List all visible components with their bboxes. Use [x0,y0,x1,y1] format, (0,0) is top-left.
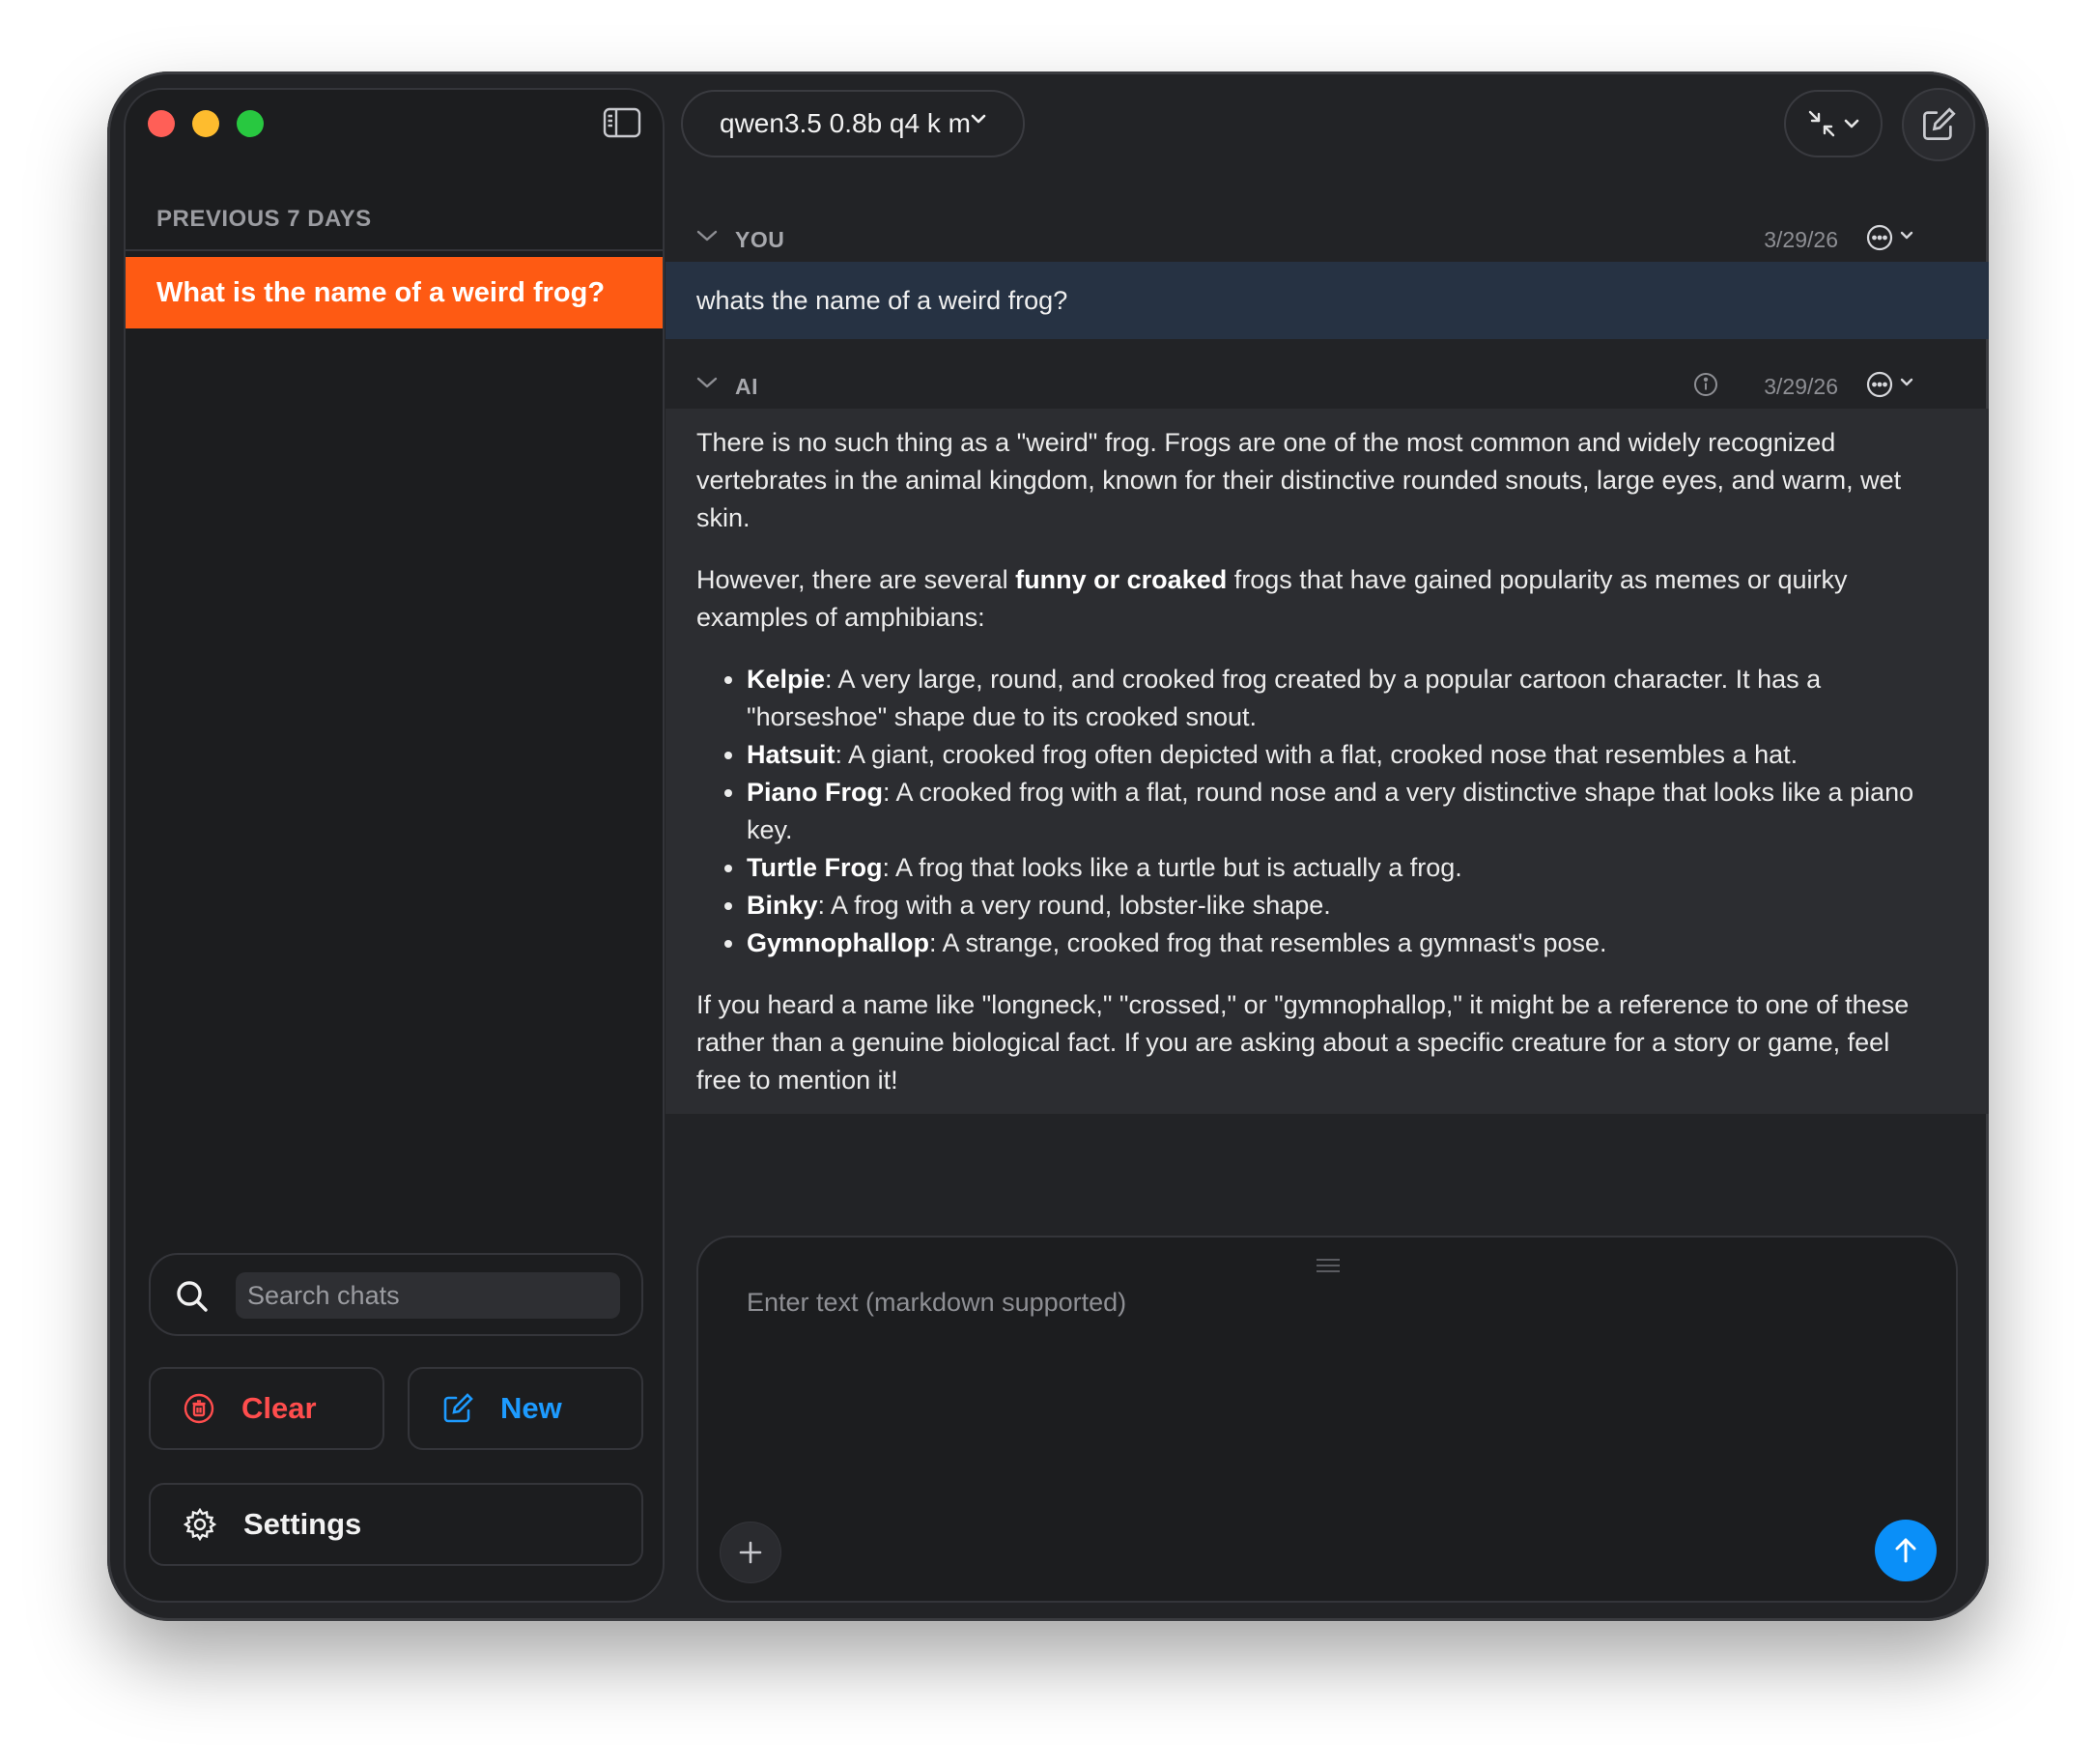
new-label: New [500,1391,562,1425]
list-item: Turtle Frog: A frog that looks like a tu… [747,849,1935,887]
send-button[interactable] [1875,1520,1937,1581]
chevron-down-icon[interactable] [696,229,718,242]
search-input[interactable] [236,1272,620,1319]
clear-label: Clear [241,1391,317,1425]
search-icon [177,1281,208,1312]
ai-role-label: AI [735,374,758,399]
ai-lead-paragraph: However, there are several funny or croa… [696,565,1848,632]
list-item: Kelpie: A very large, round, and crooked… [747,661,1935,736]
app-window: PREVIOUS 7 DAYS What is the name of a we… [107,71,1989,1621]
ai-message-header: AI 3/29/26 [696,368,1952,407]
zoom-window-button[interactable] [237,110,264,137]
window-controls [148,110,264,137]
clear-button[interactable]: Clear [149,1367,384,1450]
list-item: Gymnophallop: A strange, crooked frog th… [747,925,1935,962]
model-selector[interactable]: qwen3.5 0.8b q4 k m [681,90,1025,157]
ai-message: There is no such thing as a "weird" frog… [666,409,1989,1114]
chevron-down-icon [1844,119,1859,128]
attach-button[interactable] [720,1522,781,1583]
chevron-down-icon[interactable] [696,376,718,389]
chevron-down-icon [971,114,986,124]
user-message: whats the name of a weird frog? [666,262,1989,339]
ai-message-date: 3/29/26 [1764,374,1838,399]
more-options-icon[interactable] [1865,370,1894,399]
plus-icon [739,1541,762,1564]
close-window-button[interactable] [148,110,175,137]
minimize-window-button[interactable] [192,110,219,137]
list-item: Piano Frog: A crooked frog with a flat, … [747,774,1935,849]
sidebar-toggle-icon[interactable] [603,107,641,138]
user-message-date: 3/29/26 [1764,227,1838,252]
compose-icon [1923,107,1956,140]
gear-icon [184,1508,216,1541]
new-chat-icon-button[interactable] [1902,88,1975,161]
chat-list-item[interactable]: What is the name of a weird frog? [126,257,663,328]
arrow-up-icon [1895,1538,1916,1563]
user-role-label: YOU [735,227,785,252]
compose-icon [443,1393,473,1423]
collapse-arrows-icon [1808,110,1835,137]
resize-handle[interactable] [1317,1259,1340,1276]
search-box [149,1253,643,1336]
chevron-down-icon[interactable] [1900,231,1913,241]
new-chat-button[interactable]: New [408,1367,643,1450]
ai-outro-paragraph: If you heard a name like "longneck," "cr… [696,990,1910,1095]
divider [126,249,663,251]
ai-frog-list: Kelpie: A very large, round, and crooked… [696,661,1935,962]
user-message-header: YOU 3/29/26 [696,221,1952,260]
ai-intro-paragraph: There is no such thing as a "weird" frog… [696,428,1902,532]
settings-button[interactable]: Settings [149,1483,643,1566]
info-icon[interactable] [1693,372,1718,397]
section-label: PREVIOUS 7 DAYS [156,206,372,232]
composer [696,1236,1958,1603]
message-input[interactable] [745,1286,1908,1483]
settings-label: Settings [243,1507,362,1541]
sidebar: PREVIOUS 7 DAYS What is the name of a we… [124,88,665,1603]
list-item: Hatsuit: A giant, crooked frog often dep… [747,736,1935,774]
more-options-icon[interactable] [1865,223,1894,252]
trash-icon [184,1393,214,1424]
collapse-view-button[interactable] [1784,90,1883,157]
list-item: Binky: A frog with a very round, lobster… [747,887,1935,925]
model-name: qwen3.5 0.8b q4 k m [720,108,971,138]
chevron-down-icon[interactable] [1900,378,1913,387]
